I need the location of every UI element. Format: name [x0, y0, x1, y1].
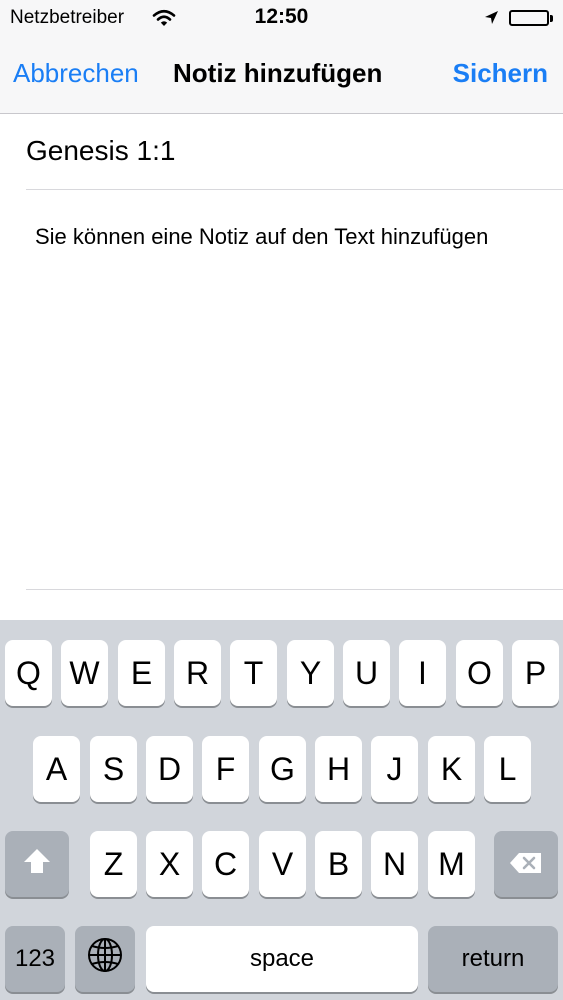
- key-k[interactable]: K: [428, 736, 475, 802]
- key-s[interactable]: S: [90, 736, 137, 802]
- page-title: Notiz hinzufügen: [173, 58, 383, 88]
- top-bar: Netzbetreiber 12:50 Abbrechen Notiz hinz…: [0, 0, 563, 114]
- key-q[interactable]: Q: [5, 640, 52, 706]
- key-w[interactable]: W: [61, 640, 108, 706]
- location-arrow-icon: [484, 10, 499, 30]
- verse-reference: Genesis 1:1: [26, 135, 176, 166]
- key-z[interactable]: Z: [90, 831, 137, 897]
- key-t[interactable]: T: [230, 640, 277, 706]
- divider: [26, 189, 563, 190]
- backspace-icon: [509, 846, 543, 883]
- key-g[interactable]: G: [259, 736, 306, 802]
- key-o[interactable]: O: [456, 640, 503, 706]
- key-r[interactable]: R: [174, 640, 221, 706]
- key-m[interactable]: M: [428, 831, 475, 897]
- key-v[interactable]: V: [259, 831, 306, 897]
- battery-icon: [509, 10, 549, 26]
- globe-icon: [87, 937, 123, 981]
- key-y[interactable]: Y: [287, 640, 334, 706]
- cancel-button[interactable]: Abbrechen: [13, 58, 139, 89]
- shift-icon: [22, 846, 52, 883]
- key-x[interactable]: X: [146, 831, 193, 897]
- key-i[interactable]: I: [399, 640, 446, 706]
- key-u[interactable]: U: [343, 640, 390, 706]
- status-time: 12:50: [254, 5, 309, 28]
- key-l[interactable]: L: [484, 736, 531, 802]
- key-n[interactable]: N: [371, 831, 418, 897]
- divider: [26, 589, 563, 590]
- key-f[interactable]: F: [202, 736, 249, 802]
- battery-tip: [550, 15, 553, 22]
- key-h[interactable]: H: [315, 736, 362, 802]
- globe-key[interactable]: [75, 926, 135, 992]
- key-d[interactable]: D: [146, 736, 193, 802]
- save-button[interactable]: Sichern: [453, 58, 548, 89]
- status-bar: Netzbetreiber 12:50: [0, 0, 563, 38]
- key-j[interactable]: J: [371, 736, 418, 802]
- shift-key[interactable]: [5, 831, 69, 897]
- numbers-key[interactable]: 123: [5, 926, 65, 992]
- key-c[interactable]: C: [202, 831, 249, 897]
- return-key[interactable]: return: [428, 926, 558, 992]
- key-e[interactable]: E: [118, 640, 165, 706]
- space-key[interactable]: space: [146, 926, 418, 992]
- backspace-key[interactable]: [494, 831, 558, 897]
- key-a[interactable]: A: [33, 736, 80, 802]
- key-b[interactable]: B: [315, 831, 362, 897]
- keyboard: Q W E R T Y U I O P A S D F G H J K L Z …: [0, 620, 563, 1000]
- key-p[interactable]: P: [512, 640, 559, 706]
- note-input[interactable]: [35, 210, 535, 582]
